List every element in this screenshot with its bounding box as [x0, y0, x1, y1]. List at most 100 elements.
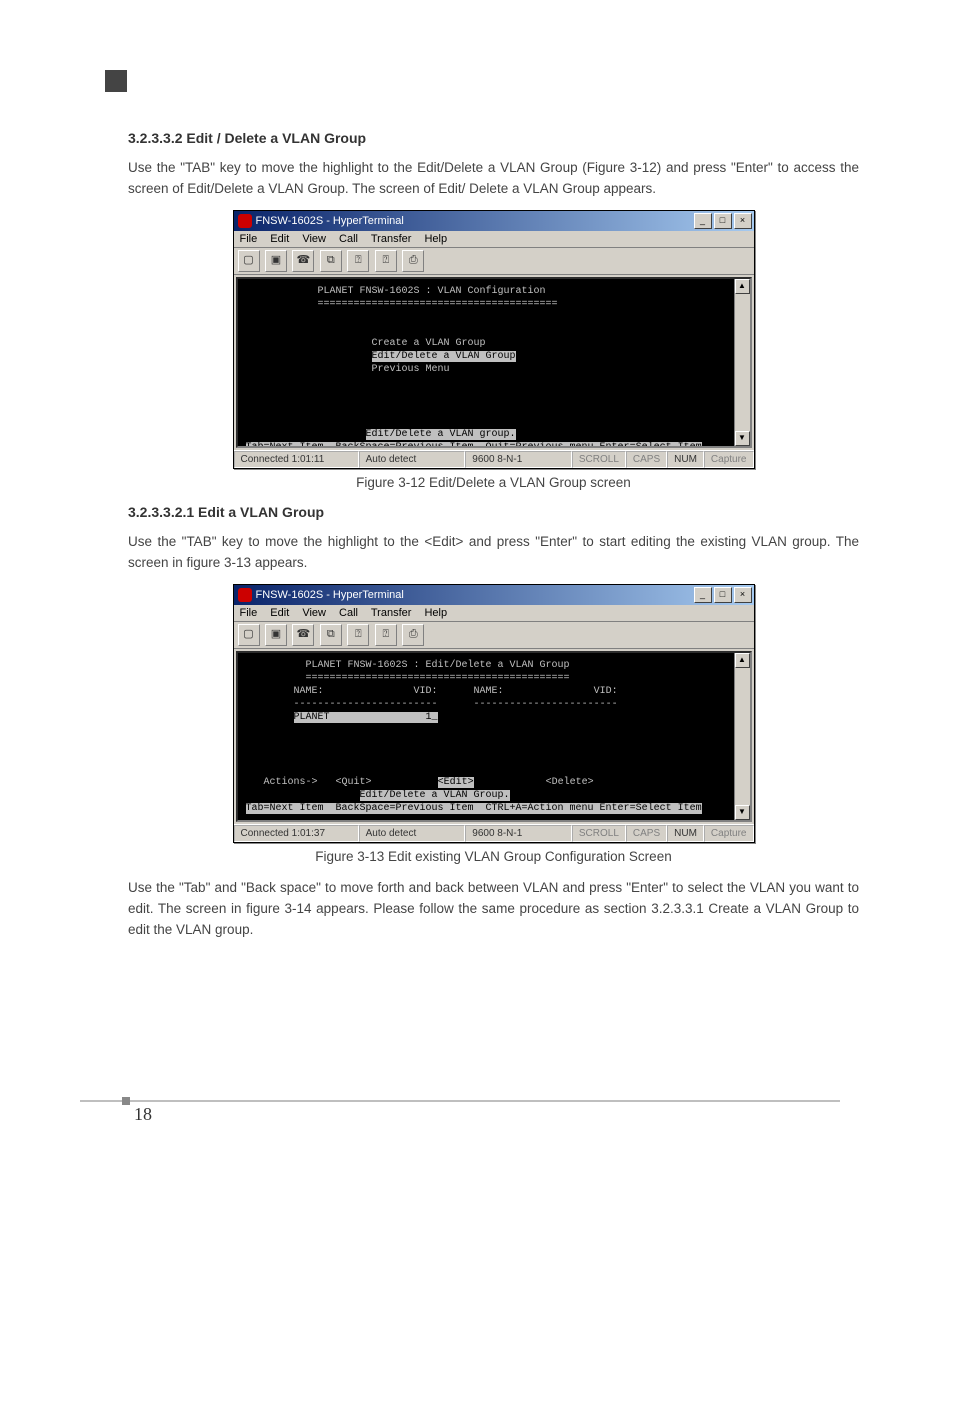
hyperterminal-window-1: FNSW-1602S - HyperTerminal _ □ × File Ed… — [233, 210, 755, 469]
term-nav: Tab=Next Item BackSpace=Previous Item CT… — [246, 803, 702, 814]
section-para-1: Use the "TAB" key to move the highlight … — [128, 158, 859, 200]
term-create-group[interactable]: Create a VLAN Group — [372, 338, 486, 349]
status-capture: Capture — [704, 825, 754, 842]
status-bar: Connected 1:01:37 Auto detect 9600 8-N-1… — [234, 824, 754, 842]
toolbar-new-icon[interactable]: ▢ — [238, 624, 260, 646]
toolbar-receive-icon[interactable]: ⍰ — [375, 624, 397, 646]
scroll-down-icon[interactable]: ▼ — [735, 805, 750, 820]
menu-edit[interactable]: Edit — [270, 233, 289, 245]
toolbar-disconnect-icon[interactable]: ⧉ — [320, 624, 342, 646]
terminal-2[interactable]: PLANET FNSW-1602S : Edit/Delete a VLAN G… — [238, 653, 750, 820]
menu-view[interactable]: View — [302, 233, 326, 245]
figure-caption-1: Figure 3-12 Edit/Delete a VLAN Group scr… — [128, 475, 859, 490]
terminal-scrollbar[interactable]: ▲ ▼ — [734, 279, 750, 446]
menu-help[interactable]: Help — [424, 233, 447, 245]
toolbar-disconnect-icon[interactable]: ⧉ — [320, 250, 342, 272]
toolbar-open-icon[interactable]: ▣ — [265, 624, 287, 646]
term-header: PLANET FNSW-1602S : Edit/Delete a VLAN G… — [306, 660, 570, 671]
page-marker — [105, 70, 127, 92]
toolbar-call-icon[interactable]: ☎ — [292, 624, 314, 646]
status-caps: CAPS — [626, 451, 667, 468]
menu-bar: File Edit View Call Transfer Help — [234, 605, 754, 622]
status-detect: Auto detect — [359, 451, 466, 468]
toolbar-properties-icon[interactable]: ⎙ — [402, 624, 424, 646]
status-num: NUM — [667, 451, 704, 468]
term-columns: NAME: VID: NAME: VID: — [294, 686, 618, 697]
window-title: FNSW-1602S - HyperTerminal — [256, 589, 404, 601]
term-previous-menu[interactable]: Previous Menu — [372, 364, 450, 375]
status-caps: CAPS — [626, 825, 667, 842]
minimize-button[interactable]: _ — [694, 587, 712, 603]
section-heading-1: 3.2.3.3.2 Edit / Delete a VLAN Group — [128, 130, 859, 146]
page-footer: 18 — [80, 1100, 954, 1125]
status-baud: 9600 8-N-1 — [465, 451, 572, 468]
menu-file[interactable]: File — [240, 607, 258, 619]
status-scroll: SCROLL — [572, 825, 626, 842]
section-heading-2: 3.2.3.3.2.1 Edit a VLAN Group — [128, 504, 859, 520]
term-nav: Tab=Next Item BackSpace=Previous Item Qu… — [246, 442, 702, 446]
term-hint: Edit/Delete a VLAN Group. — [360, 790, 510, 801]
figure-caption-2: Figure 3-13 Edit existing VLAN Group Con… — [128, 849, 859, 864]
terminal-frame: PLANET FNSW-1602S : VLAN Configuration =… — [236, 277, 752, 448]
term-row-planet[interactable]: PLANET 1_ — [294, 712, 438, 723]
term-divider: ======================================== — [318, 299, 558, 310]
page-number: 18 — [134, 1104, 954, 1125]
maximize-button[interactable]: □ — [714, 587, 732, 603]
menu-file[interactable]: File — [240, 233, 258, 245]
menu-edit[interactable]: Edit — [270, 607, 289, 619]
minimize-button[interactable]: _ — [694, 213, 712, 229]
term-hint: Edit/Delete a VLAN group. — [366, 429, 516, 440]
term-edit[interactable]: <Edit> — [438, 777, 474, 788]
window-titlebar: FNSW-1602S - HyperTerminal _ □ × — [234, 585, 754, 605]
status-connected: Connected 1:01:11 — [234, 451, 359, 468]
toolbar-properties-icon[interactable]: ⎙ — [402, 250, 424, 272]
maximize-button[interactable]: □ — [714, 213, 732, 229]
toolbar-call-icon[interactable]: ☎ — [292, 250, 314, 272]
close-button[interactable]: × — [734, 213, 752, 229]
figure-3-12: FNSW-1602S - HyperTerminal _ □ × File Ed… — [128, 210, 859, 469]
term-quit[interactable]: <Quit> — [336, 777, 372, 788]
term-columns-divider: ------------------------ ---------------… — [294, 699, 618, 710]
scroll-down-icon[interactable]: ▼ — [735, 431, 750, 446]
menu-transfer[interactable]: Transfer — [371, 607, 412, 619]
toolbar-new-icon[interactable]: ▢ — [238, 250, 260, 272]
term-actions-label: Actions-> — [264, 777, 318, 788]
menu-bar: File Edit View Call Transfer Help — [234, 231, 754, 248]
term-delete[interactable]: <Delete> — [546, 777, 594, 788]
footer-rule — [80, 1100, 840, 1102]
status-detect: Auto detect — [359, 825, 466, 842]
footer-notch — [122, 1097, 130, 1105]
scroll-up-icon[interactable]: ▲ — [735, 279, 750, 294]
closing-para: Use the "Tab" and "Back space" to move f… — [128, 878, 859, 941]
toolbar-send-icon[interactable]: ⍰ — [347, 624, 369, 646]
figure-3-13: FNSW-1602S - HyperTerminal _ □ × File Ed… — [128, 584, 859, 843]
page-content: 3.2.3.3.2 Edit / Delete a VLAN Group Use… — [128, 92, 859, 940]
toolbar: ▢ ▣ ☎ ⧉ ⍰ ⍰ ⎙ — [234, 248, 754, 275]
status-num: NUM — [667, 825, 704, 842]
scroll-up-icon[interactable]: ▲ — [735, 653, 750, 668]
toolbar-send-icon[interactable]: ⍰ — [347, 250, 369, 272]
terminal-scrollbar[interactable]: ▲ ▼ — [734, 653, 750, 820]
menu-transfer[interactable]: Transfer — [371, 233, 412, 245]
toolbar: ▢ ▣ ☎ ⧉ ⍰ ⍰ ⎙ — [234, 622, 754, 649]
menu-help[interactable]: Help — [424, 607, 447, 619]
term-header: PLANET FNSW-1602S : VLAN Configuration — [318, 286, 546, 297]
menu-view[interactable]: View — [302, 607, 326, 619]
window-title: FNSW-1602S - HyperTerminal — [256, 215, 404, 227]
status-connected: Connected 1:01:37 — [234, 825, 359, 842]
toolbar-open-icon[interactable]: ▣ — [265, 250, 287, 272]
terminal-frame: PLANET FNSW-1602S : Edit/Delete a VLAN G… — [236, 651, 752, 822]
status-capture: Capture — [704, 451, 754, 468]
term-divider: ========================================… — [306, 673, 570, 684]
term-edit-delete-group[interactable]: Edit/Delete a VLAN Group — [372, 351, 516, 362]
section-para-2: Use the "TAB" key to move the highlight … — [128, 532, 859, 574]
close-button[interactable]: × — [734, 587, 752, 603]
status-bar: Connected 1:01:11 Auto detect 9600 8-N-1… — [234, 450, 754, 468]
toolbar-receive-icon[interactable]: ⍰ — [375, 250, 397, 272]
menu-call[interactable]: Call — [339, 233, 358, 245]
hyperterminal-window-2: FNSW-1602S - HyperTerminal _ □ × File Ed… — [233, 584, 755, 843]
app-icon — [238, 588, 252, 602]
app-icon — [238, 214, 252, 228]
terminal-1[interactable]: PLANET FNSW-1602S : VLAN Configuration =… — [238, 279, 750, 446]
menu-call[interactable]: Call — [339, 607, 358, 619]
